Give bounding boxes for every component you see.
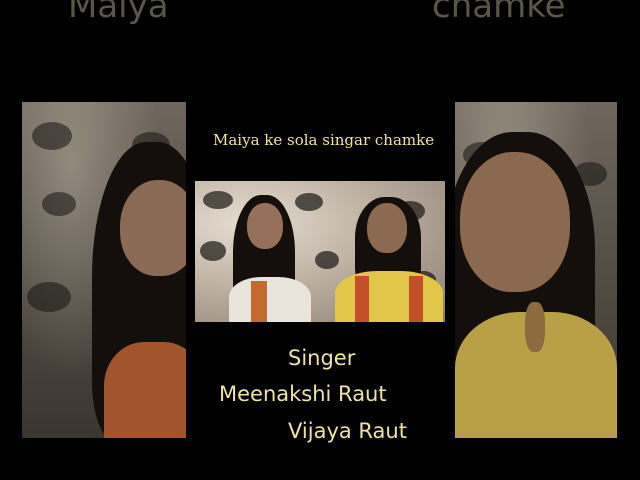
singer-name-2: Vijaya Raut: [288, 419, 407, 443]
blurred-background-title-right: chamke: [432, 0, 566, 26]
blurred-background-left-panel: [22, 102, 186, 438]
video-title: Maiya ke sola singar chamke: [213, 131, 435, 149]
blurred-background-title-left: Maiya: [68, 0, 169, 26]
video-frame[interactable]: [195, 181, 445, 322]
video-player[interactable]: Maiya chamke Maiya ke sola singar chamke: [0, 0, 640, 480]
blurred-background-right-panel: [455, 102, 617, 438]
singer-name-1: Meenakshi Raut: [219, 382, 387, 406]
singer-heading: Singer: [288, 346, 356, 370]
